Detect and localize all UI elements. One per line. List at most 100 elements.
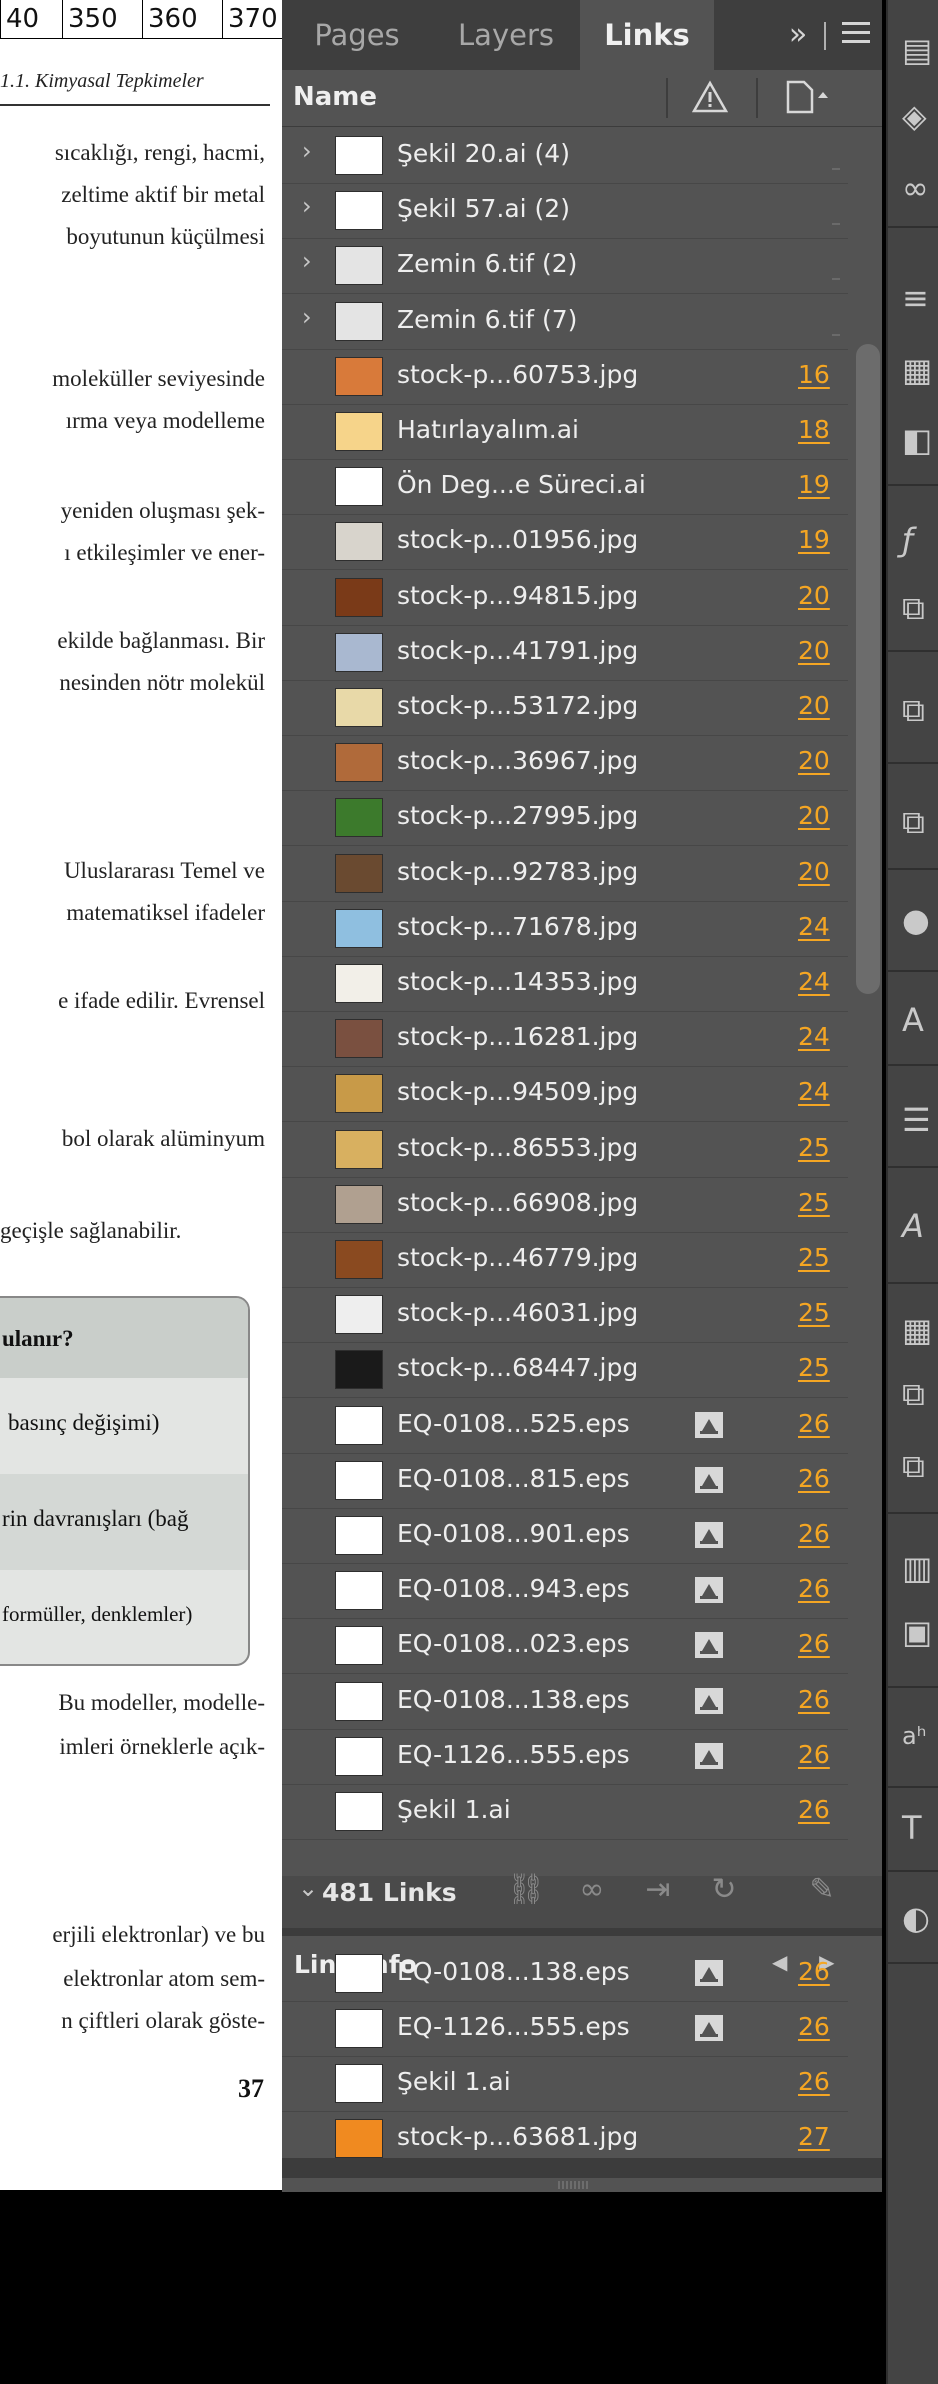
link-row[interactable]: stock-p...46779.jpg 25 bbox=[282, 1232, 848, 1288]
link-row[interactable]: stock-p...01956.jpg 19 bbox=[282, 514, 848, 570]
page-link[interactable]: 25 bbox=[798, 1353, 830, 1382]
page-link[interactable]: 25 bbox=[798, 1298, 830, 1327]
page-link[interactable]: 20 bbox=[798, 801, 830, 830]
goto-link-icon[interactable]: ⇥ bbox=[638, 1870, 678, 1910]
page-link[interactable]: 20 bbox=[798, 857, 830, 886]
page-link[interactable]: 27 bbox=[798, 2122, 830, 2151]
resize-grip[interactable] bbox=[558, 2181, 606, 2189]
cc-libraries-icon[interactable]: ◐ bbox=[902, 1898, 938, 1938]
column-divider[interactable] bbox=[756, 78, 758, 118]
link-row[interactable]: stock-p...66908.jpg 25 bbox=[282, 1177, 848, 1233]
link-row[interactable]: EQ-0108...525.eps 26 bbox=[282, 1398, 848, 1454]
tab-pages[interactable]: Pages bbox=[282, 0, 432, 70]
page-link[interactable]: 24 bbox=[798, 912, 830, 941]
link-row[interactable]: Ön Deg...e Süreci.ai 19 bbox=[282, 459, 848, 515]
page-link[interactable]: 18 bbox=[798, 415, 830, 444]
page-link[interactable]: 16 bbox=[798, 360, 830, 389]
scrollbar-thumb[interactable] bbox=[856, 344, 880, 994]
page-link[interactable]: 26 bbox=[798, 1685, 830, 1714]
page-link[interactable]: 26 bbox=[798, 1519, 830, 1548]
pages-icon[interactable]: ▤ bbox=[902, 30, 938, 70]
link-row[interactable]: EQ-0108...901.eps 26 bbox=[282, 1508, 848, 1564]
page-link[interactable]: 26 bbox=[798, 1957, 830, 1986]
link-row[interactable]: stock-p...94509.jpg 24 bbox=[282, 1066, 848, 1122]
color-icon[interactable]: ● bbox=[902, 900, 938, 940]
page-link[interactable]: 20 bbox=[798, 746, 830, 775]
edit-original-icon[interactable]: ✎ bbox=[802, 1870, 842, 1910]
layers-icon[interactable]: ◈ bbox=[902, 96, 938, 136]
page-link[interactable]: 24 bbox=[798, 1022, 830, 1051]
object-styles-icon[interactable]: ▥ bbox=[902, 1548, 938, 1588]
pathfinder-icon[interactable]: ⧉ bbox=[902, 588, 938, 628]
page-link[interactable]: 26 bbox=[798, 1740, 830, 1769]
chevron-right-icon[interactable]: › bbox=[302, 137, 312, 165]
link-row[interactable]: EQ-1126...555.eps 26 bbox=[282, 1729, 848, 1785]
stroke-icon[interactable]: ≡ bbox=[902, 278, 938, 318]
relink-cc-icon[interactable]: ⛓ bbox=[506, 1870, 546, 1910]
link-row[interactable]: EQ-0108...138.eps 26 bbox=[282, 1674, 848, 1730]
warning-icon[interactable] bbox=[692, 80, 728, 114]
link-row[interactable]: Hatırlayalım.ai 18 bbox=[282, 404, 848, 460]
page-icon[interactable] bbox=[784, 78, 830, 116]
page-link[interactable]: 26 bbox=[798, 1795, 830, 1824]
page-link[interactable]: 26 bbox=[798, 1464, 830, 1493]
link-row[interactable]: stock-p...14353.jpg 24 bbox=[282, 956, 848, 1012]
page-link[interactable]: 26 bbox=[798, 2067, 830, 2096]
link-row[interactable]: stock-p...68447.jpg 25 bbox=[282, 1342, 848, 1398]
chevron-right-icon[interactable]: › bbox=[302, 247, 312, 275]
page-link[interactable]: 26 bbox=[798, 2012, 830, 2041]
page-link[interactable]: 26 bbox=[798, 1574, 830, 1603]
column-name[interactable]: Name bbox=[293, 82, 377, 112]
page-link[interactable]: 25 bbox=[798, 1188, 830, 1217]
chevron-right-icon[interactable]: › bbox=[302, 192, 312, 220]
link-row[interactable]: stock-p...86553.jpg 25 bbox=[282, 1122, 848, 1178]
chevron-down-icon[interactable]: ⌄ bbox=[298, 1874, 318, 1902]
page-link[interactable]: 25 bbox=[798, 1243, 830, 1272]
link-row[interactable]: stock-p...53172.jpg 20 bbox=[282, 680, 848, 736]
paragraph-icon[interactable]: ☰ bbox=[902, 1100, 938, 1140]
tab-layers[interactable]: Layers bbox=[432, 0, 580, 70]
link-row[interactable]: stock-p...36967.jpg 20 bbox=[282, 735, 848, 791]
panel-splitter[interactable] bbox=[282, 1928, 882, 1936]
chevron-right-icon[interactable]: › bbox=[302, 303, 312, 331]
page-link[interactable]: 24 bbox=[798, 967, 830, 996]
update-link-icon[interactable]: ↻ bbox=[704, 1870, 744, 1910]
table-icon[interactable]: ▦ bbox=[902, 1310, 938, 1350]
link-row[interactable]: stock-p...27995.jpg 20 bbox=[282, 790, 848, 846]
text-wrap-icon[interactable]: T bbox=[902, 1808, 938, 1848]
page-link[interactable]: 20 bbox=[798, 691, 830, 720]
transform-icon[interactable]: ⧉ bbox=[902, 802, 938, 842]
link-row[interactable]: › Zemin 6.tif (2) bbox=[282, 238, 848, 294]
horizontal-scrollbar[interactable] bbox=[282, 2158, 882, 2178]
cell-styles-icon[interactable]: ⧉ bbox=[902, 1446, 938, 1486]
tab-links[interactable]: Links bbox=[580, 0, 714, 70]
link-row[interactable]: stock-p...92783.jpg 20 bbox=[282, 846, 848, 902]
link-row[interactable]: stock-p...46031.jpg 25 bbox=[282, 1287, 848, 1343]
effects-icon[interactable]: ƒ bbox=[902, 520, 938, 560]
character-icon[interactable]: A bbox=[902, 1000, 938, 1040]
link-row[interactable]: › Şekil 20.ai (4) bbox=[282, 128, 848, 184]
column-divider[interactable] bbox=[666, 78, 668, 118]
links-icon[interactable]: ∞ bbox=[902, 168, 938, 208]
link-row[interactable]: stock-p...41791.jpg 20 bbox=[282, 625, 848, 681]
link-row[interactable]: Şekil 1.ai 26 bbox=[282, 2056, 848, 2112]
link-row[interactable]: stock-p...71678.jpg 24 bbox=[282, 901, 848, 957]
page-link[interactable]: 26 bbox=[798, 1629, 830, 1658]
page-link[interactable]: 20 bbox=[798, 636, 830, 665]
page-link[interactable]: 19 bbox=[798, 525, 830, 554]
link-row[interactable]: stock-p...94815.jpg 20 bbox=[282, 570, 848, 626]
link-row[interactable]: EQ-0108...138.eps 26 bbox=[282, 1946, 848, 2002]
link-row[interactable]: EQ-1126...555.eps 26 bbox=[282, 2001, 848, 2057]
link-row[interactable]: EQ-0108...815.eps 26 bbox=[282, 1453, 848, 1509]
page-link[interactable]: 25 bbox=[798, 1133, 830, 1162]
character-styles-icon[interactable]: aʰ bbox=[902, 1716, 938, 1756]
gradient-icon[interactable]: ◧ bbox=[902, 420, 938, 460]
table-styles-icon[interactable]: ⧉ bbox=[902, 1374, 938, 1414]
paragraph-styles-icon[interactable]: ▣ bbox=[902, 1612, 938, 1652]
double-chevron-icon[interactable]: » bbox=[778, 12, 818, 58]
link-row[interactable]: stock-p...60753.jpg 16 bbox=[282, 349, 848, 405]
link-row[interactable]: EQ-0108...023.eps 26 bbox=[282, 1618, 848, 1674]
link-row[interactable]: › Zemin 6.tif (7) bbox=[282, 294, 848, 350]
link-row[interactable]: › Şekil 57.ai (2) bbox=[282, 183, 848, 239]
link-row[interactable]: stock-p...16281.jpg 24 bbox=[282, 1011, 848, 1067]
